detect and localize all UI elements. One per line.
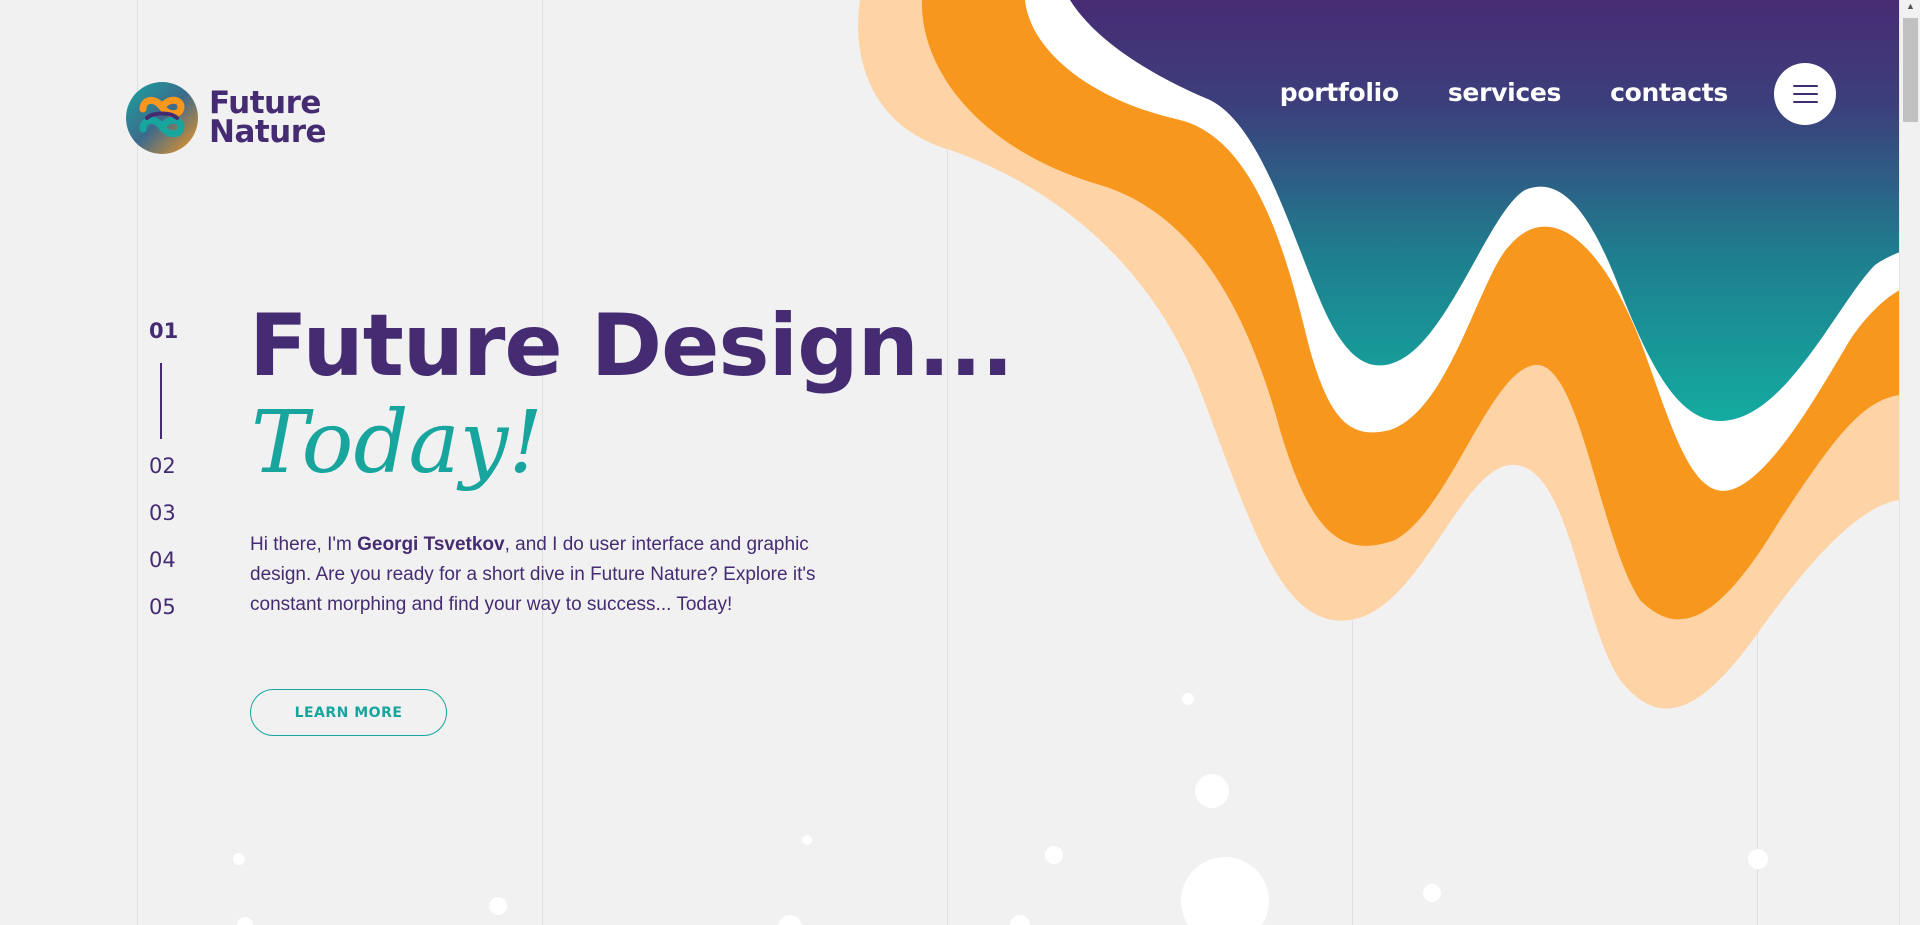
slide-indicator-01[interactable]: 01	[149, 319, 178, 343]
hamburger-icon-bar	[1793, 101, 1818, 103]
slide-indicator-03[interactable]: 03	[149, 501, 176, 525]
logo[interactable]: Future Nature	[125, 81, 327, 155]
slide-indicator-line	[160, 363, 162, 439]
logo-text: Future Nature	[209, 88, 327, 150]
page: Future Nature portfolio services contact…	[0, 0, 1920, 925]
scrollbar-thumb[interactable]	[1903, 18, 1918, 122]
slide-indicator-05[interactable]: 05	[149, 595, 176, 619]
main-nav: portfolio services contacts	[1231, 78, 1729, 107]
hero-intro-text: Hi there, I'm Georgi Tsvetkov, and I do …	[250, 530, 870, 620]
page-scrollbar[interactable]: ▲	[1899, 0, 1920, 925]
hamburger-icon	[1793, 85, 1818, 87]
nav-link-portfolio[interactable]: portfolio	[1280, 78, 1399, 107]
nav-link-services[interactable]: services	[1448, 78, 1562, 107]
bubbles	[233, 693, 1768, 925]
logo-mark-icon	[126, 82, 198, 154]
slide-indicator-02[interactable]: 02	[149, 454, 176, 478]
learn-more-button[interactable]: LEARN MORE	[250, 689, 447, 736]
hamburger-icon-bar	[1793, 93, 1818, 95]
menu-button[interactable]	[1774, 63, 1836, 125]
intro-text-start: Hi there, I'm	[250, 534, 358, 555]
intro-author-name: Georgi Tsvetkov	[357, 534, 505, 555]
nav-link-contacts[interactable]: contacts	[1610, 78, 1728, 107]
hero-headline: Future Design...	[249, 296, 1014, 396]
scroll-up-arrow-icon[interactable]: ▲	[1905, 1, 1916, 12]
logo-line-2: Nature	[209, 114, 327, 150]
hero-subheadline: Today!	[251, 393, 543, 493]
slide-indicator-04[interactable]: 04	[149, 548, 176, 572]
